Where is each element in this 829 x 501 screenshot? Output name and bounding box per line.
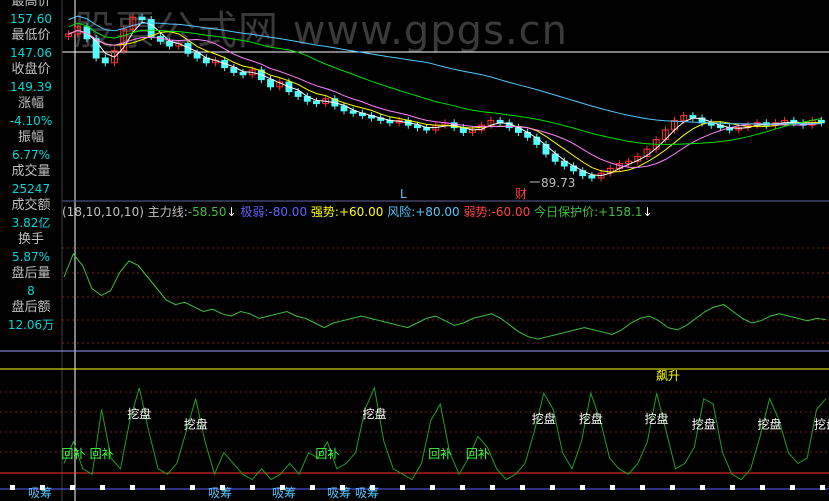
- dig-label: 挖盘: [645, 411, 669, 426]
- main-line-label: 主力线:: [147, 205, 188, 219]
- risk-label: 风险:: [387, 205, 416, 219]
- fill-label: 回补: [428, 447, 452, 461]
- absorb-label: 吸筹: [327, 486, 351, 500]
- dig-label: 挖盘: [579, 411, 603, 426]
- main-line-value: -58.50: [187, 205, 227, 219]
- absorb-dot: [610, 485, 615, 490]
- absorb-dot: [40, 485, 45, 490]
- candle-body: [588, 175, 596, 179]
- absorb-dot: [520, 485, 525, 490]
- sidebar-value: 157.60: [10, 12, 52, 26]
- absorb-dot: [190, 485, 195, 490]
- absorb-dot: [160, 485, 165, 490]
- candle-body: [138, 16, 146, 21]
- quote-sidebar: 最高价 157.60 最低价 147.06 收盘价 149.39 涨幅 -4.10% 振幅 6.7…: [0, 0, 62, 340]
- sidebar-label: 涨幅: [17, 96, 44, 111]
- absorb-dot: [70, 485, 75, 490]
- sidebar-value: 8: [27, 284, 35, 298]
- chart-canvas: L财89.73回补回补挖盘挖盘回补挖盘回补回补挖盘挖盘挖盘挖盘挖盘挖盘吸筹吸筹吸…: [0, 0, 829, 501]
- dig-label: 挖盘: [532, 411, 556, 426]
- absorb-dot: [100, 485, 105, 490]
- absorb-label: 吸筹: [355, 486, 379, 500]
- candle-body: [294, 91, 302, 97]
- protect-label: 今日保护价:: [534, 205, 599, 219]
- absorb-dot: [340, 485, 345, 490]
- candle-body: [313, 100, 320, 105]
- dig-label: 挖盘: [814, 417, 829, 432]
- candle-body: [147, 19, 155, 37]
- absorb-dot: [430, 485, 435, 490]
- sidebar-label: 振幅: [17, 130, 44, 145]
- absorb-dot: [220, 485, 225, 490]
- sidebar-value: 3.82亿: [11, 216, 51, 230]
- absorb-dot: [580, 485, 585, 490]
- sidebar-label: 成交额: [11, 198, 51, 213]
- sidebar-label: 最低价: [11, 28, 51, 43]
- fill-label: 回补: [315, 447, 339, 461]
- fill-label: 回补: [61, 447, 85, 461]
- absorb-dot: [130, 485, 135, 490]
- soft-value: -60.00: [491, 205, 531, 219]
- soft-label: 弱势:: [463, 205, 492, 219]
- candle-body: [101, 57, 109, 64]
- absorb-dot: [490, 485, 495, 490]
- absorb-dot: [820, 485, 825, 490]
- sidebar-label: 换手: [17, 232, 44, 247]
- weak-label: 极弱:: [240, 205, 269, 219]
- absorb-dot: [790, 485, 795, 490]
- sidebar-value: 12.06万: [7, 318, 55, 332]
- low-price-label: 89.73: [541, 176, 575, 190]
- absorb-dot: [280, 485, 285, 490]
- sidebar-label: 最高价: [11, 0, 51, 9]
- absorb-dot: [700, 485, 705, 490]
- sidebar-value: 149.39: [10, 80, 52, 94]
- absorb-dot: [730, 485, 735, 490]
- absorb-dot: [670, 485, 675, 490]
- sidebar-value: 25247: [11, 182, 51, 196]
- sidebar-value: -4.10%: [9, 114, 53, 128]
- dig-label: 挖盘: [692, 417, 716, 432]
- protect-arrow: ↓: [642, 205, 653, 219]
- absorb-dot: [460, 485, 465, 490]
- absorb-dot: [400, 485, 405, 490]
- candle-body: [239, 71, 247, 76]
- indicator-header: (18,10,10,10) 主力线:-58.50↓ 极弱:-80.00 强势:+…: [62, 204, 653, 220]
- risk-value: +80.00: [415, 205, 460, 219]
- dig-label: 挖盘: [758, 417, 782, 432]
- strong-label: 强势:: [310, 205, 339, 219]
- absorb-dot: [640, 485, 645, 490]
- main-line-arrow: ↓: [226, 205, 237, 219]
- dig-label: 挖盘: [362, 406, 386, 421]
- protect-value: +158.1: [598, 205, 643, 219]
- sidebar-label: 盘后量: [11, 266, 51, 281]
- absorb-dot: [760, 485, 765, 490]
- indicator-params: (18,10,10,10): [62, 205, 144, 219]
- dig-label: 挖盘: [127, 406, 151, 421]
- surge-label: 飙升: [656, 368, 680, 383]
- sidebar-label: 盘后额: [11, 300, 51, 315]
- marker-L: L: [400, 187, 407, 201]
- moving-average-line: [68, 29, 822, 168]
- sidebar-label: 成交量: [11, 164, 51, 179]
- candle-body: [267, 79, 275, 88]
- weak-value: -80.00: [268, 205, 308, 219]
- absorb-dot: [310, 485, 315, 490]
- candle-body: [193, 52, 201, 59]
- dig-label: 挖盘: [184, 417, 208, 432]
- sidebar-value: 5.87%: [11, 250, 51, 264]
- fill-label: 回补: [90, 447, 114, 461]
- absorb-dot: [250, 485, 255, 490]
- strong-value: +60.00: [338, 205, 384, 219]
- absorb-dot: [550, 485, 555, 490]
- absorb-dot: [370, 485, 375, 490]
- signal-line: [63, 386, 827, 481]
- absorb-dot: [10, 485, 15, 490]
- moving-average-line: [68, 21, 822, 177]
- sidebar-value: 6.77%: [11, 148, 51, 162]
- sidebar-label: 收盘价: [11, 62, 51, 77]
- fill-label: 回补: [466, 447, 490, 461]
- sidebar-value: 147.06: [10, 46, 52, 60]
- marker-cai: 财: [515, 187, 527, 201]
